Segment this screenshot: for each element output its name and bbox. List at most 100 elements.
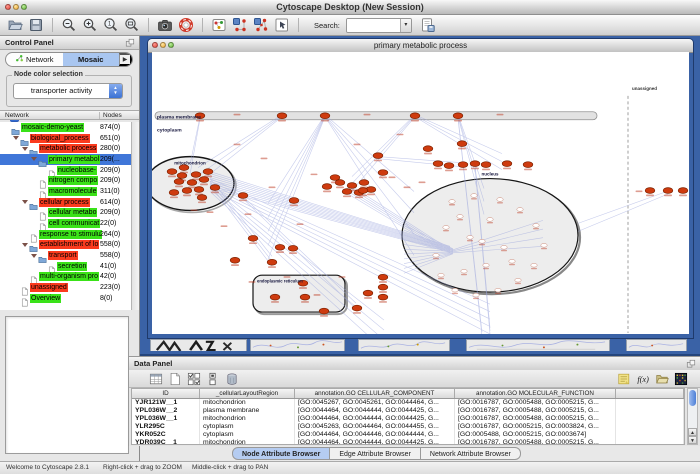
background-window-fragment[interactable]: [150, 339, 247, 351]
network-node[interactable]: [267, 259, 277, 265]
network-node[interactable]: [270, 294, 280, 300]
network-node[interactable]: [289, 198, 299, 204]
network-node[interactable]: [277, 113, 287, 119]
table-scrollbar[interactable]: ▲ ▼: [687, 388, 698, 445]
network-node[interactable]: [487, 218, 493, 222]
tab-network[interactable]: Network: [6, 53, 63, 66]
zoom-fit-button[interactable]: [123, 16, 141, 34]
tree-row[interactable]: primary metabol209(...: [0, 154, 131, 165]
expand-arrow-icon[interactable]: [13, 136, 19, 140]
open-button[interactable]: [6, 16, 24, 34]
network-node[interactable]: [378, 294, 388, 300]
network-node[interactable]: [433, 253, 439, 257]
tree-row[interactable]: cell communicat22(0): [0, 218, 131, 229]
expand-arrow-icon[interactable]: [22, 200, 28, 204]
network-node[interactable]: [423, 146, 433, 152]
formula-button[interactable]: f(x): [636, 372, 650, 386]
network-window-titlebar[interactable]: primary metabolic process: [148, 39, 693, 53]
tree-row[interactable]: establishment of lo558(0): [0, 240, 131, 251]
network-canvas[interactable]: plasma membranecytoplasmmitochondrionnuc…: [152, 52, 689, 334]
background-window-fragment[interactable]: [250, 339, 345, 351]
tree-row[interactable]: cellular process614(0): [0, 197, 131, 208]
vizmapper-button[interactable]: [210, 16, 228, 34]
search-input[interactable]: [347, 19, 400, 32]
tabs-overflow-button[interactable]: ▶: [119, 53, 132, 66]
network-node[interactable]: [481, 162, 491, 168]
zoom-in-button[interactable]: [81, 16, 99, 34]
network-node[interactable]: [663, 188, 673, 194]
table-row[interactable]: YJR121W__1mitochondrion[GO:0045267, GO:0…: [132, 399, 684, 407]
tree-row[interactable]: unassigned223(0): [0, 282, 131, 293]
network-node[interactable]: [517, 208, 523, 212]
network-node[interactable]: [438, 273, 444, 277]
column-header[interactable]: _cellularLayoutRegion: [200, 389, 295, 398]
background-window-fragment[interactable]: [626, 339, 687, 351]
network-node[interactable]: [453, 113, 463, 119]
network-node[interactable]: [645, 188, 655, 194]
tree-row[interactable]: secretion41(0): [0, 261, 131, 272]
layout-a-button[interactable]: [231, 16, 249, 34]
background-window-fragment[interactable]: [466, 339, 610, 351]
network-node[interactable]: [182, 188, 192, 194]
column-header[interactable]: [616, 389, 684, 398]
tree-row[interactable]: Overview8(0): [0, 293, 131, 304]
save-button[interactable]: [27, 16, 45, 34]
table-row[interactable]: YPL036W__1mitochondrion[GO:0044464, GO:0…: [132, 415, 684, 423]
network-node[interactable]: [410, 113, 420, 119]
table-row[interactable]: YKR052Ccytoplasm[GO:0044464, GO:0044446,…: [132, 431, 684, 439]
scroll-up-button[interactable]: ▲: [688, 428, 697, 436]
network-node[interactable]: [187, 180, 197, 186]
network-node[interactable]: [300, 294, 310, 300]
network-node[interactable]: [347, 183, 357, 189]
network-node[interactable]: [461, 269, 467, 273]
select-attributes-button[interactable]: [187, 372, 201, 386]
network-node[interactable]: [457, 141, 467, 147]
network-node[interactable]: [248, 235, 258, 241]
network-node[interactable]: [169, 190, 179, 196]
network-node[interactable]: [533, 223, 539, 227]
zoom-actual-button[interactable]: 1: [102, 16, 120, 34]
network-node[interactable]: [378, 170, 388, 176]
network-node[interactable]: [197, 195, 207, 201]
network-node[interactable]: [483, 263, 489, 267]
tab-edge-attribute-browser[interactable]: Edge Attribute Browser: [330, 447, 421, 460]
combo-stepper[interactable]: ▲▼: [109, 84, 122, 98]
tab-network-attribute-browser[interactable]: Network Attribute Browser: [421, 447, 521, 460]
network-node[interactable]: [452, 288, 458, 292]
network-window[interactable]: primary metabolic process plasma membran…: [147, 38, 694, 339]
network-node[interactable]: [363, 290, 373, 296]
network-node[interactable]: [541, 243, 547, 247]
table-row[interactable]: YDR039C__1mitochondrion[GO:0044464, GO:0…: [132, 439, 684, 445]
network-node[interactable]: [444, 163, 454, 169]
attribute-grid-button[interactable]: [206, 372, 220, 386]
table-button[interactable]: [149, 372, 163, 386]
tree-row[interactable]: response to stimulu264(0): [0, 229, 131, 240]
new-attribute-button[interactable]: [168, 372, 182, 386]
network-node[interactable]: [342, 189, 352, 195]
network-node[interactable]: [378, 274, 388, 280]
network-node[interactable]: [230, 257, 240, 263]
network-node[interactable]: [470, 161, 480, 167]
network-node[interactable]: [359, 180, 369, 186]
expand-arrow-icon[interactable]: [22, 243, 28, 247]
expand-arrow-icon[interactable]: [31, 254, 37, 258]
tree-row[interactable]: macromolecule311(0): [0, 186, 131, 197]
float-panel-icon[interactable]: [686, 359, 696, 369]
tab-node-attribute-browser[interactable]: Node Attribute Browser: [232, 447, 330, 460]
network-node[interactable]: [373, 153, 383, 159]
matrix-button[interactable]: [674, 372, 688, 386]
network-node[interactable]: [531, 263, 537, 267]
network-node[interactable]: [458, 162, 468, 168]
table-row[interactable]: YLR295Ccytoplasm[GO:0045263, GO:0044464,…: [132, 423, 684, 431]
network-node[interactable]: [191, 172, 201, 178]
network-node[interactable]: [210, 185, 220, 191]
network-node[interactable]: [330, 175, 340, 181]
tree-row[interactable]: cellular metabo209(0): [0, 208, 131, 219]
tree-row[interactable]: metabolic process280(0): [0, 143, 131, 154]
network-node[interactable]: [319, 308, 329, 314]
float-panel-icon[interactable]: [125, 38, 135, 48]
network-node[interactable]: [509, 259, 515, 263]
network-node[interactable]: [471, 194, 477, 198]
help-button[interactable]: [177, 16, 195, 34]
network-node[interactable]: [177, 173, 187, 179]
